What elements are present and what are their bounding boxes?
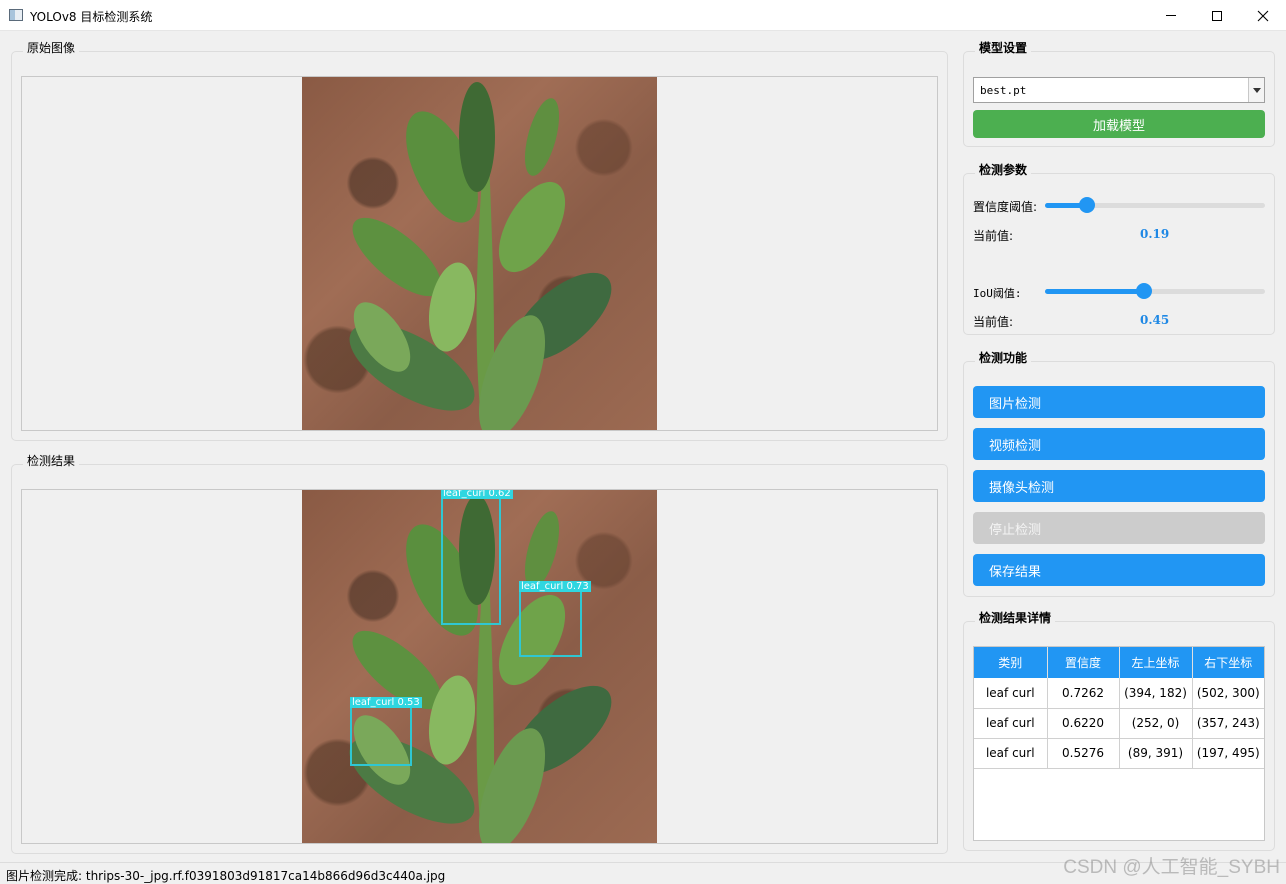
result-details-title: 检测结果详情 xyxy=(975,609,1056,626)
table-cell: leaf curl xyxy=(974,678,1048,709)
table-cell: leaf curl xyxy=(974,708,1048,739)
stop-detect-button[interactable]: 停止检测 xyxy=(973,512,1265,544)
model-select-value: best.pt xyxy=(980,84,1027,97)
detection-box: leaf_curl 0.62 xyxy=(441,490,513,625)
table-cell: 0.7262 xyxy=(1047,678,1120,709)
close-icon xyxy=(1257,10,1269,21)
column-header[interactable]: 左上坐标 xyxy=(1119,647,1193,678)
video-detect-button[interactable]: 视频检测 xyxy=(973,428,1265,460)
iou-threshold-label: IoU阈值: xyxy=(973,287,1022,300)
result-image-title: 检测结果 xyxy=(23,452,80,469)
table-cell: (197, 495) xyxy=(1192,738,1264,769)
iou-current-label: 当前值: xyxy=(973,315,1014,329)
table-cell: (252, 0) xyxy=(1119,708,1193,739)
camera-detect-button[interactable]: 摄像头检测 xyxy=(973,470,1265,502)
app-icon xyxy=(9,9,23,21)
minimize-icon xyxy=(1166,15,1176,16)
detection-label: leaf_curl 0.62 xyxy=(441,490,513,499)
iou-threshold-slider[interactable] xyxy=(1045,283,1265,299)
table-cell: leaf curl xyxy=(974,738,1048,769)
minimize-button[interactable] xyxy=(1148,0,1194,31)
table-cell: (357, 243) xyxy=(1192,708,1264,739)
iou-slider-fill xyxy=(1045,289,1144,294)
table-cell: (502, 300) xyxy=(1192,678,1264,709)
iou-slider-handle[interactable] xyxy=(1136,283,1152,299)
detection-params-title: 检测参数 xyxy=(975,161,1032,178)
watermark: CSDN @人工智能_SYBH xyxy=(1063,857,1280,878)
result-image-frame: leaf_curl 0.62 leaf_curl 0.73 leaf_curl … xyxy=(21,489,938,844)
detection-label: leaf_curl 0.73 xyxy=(519,581,591,592)
plant-image xyxy=(349,82,612,430)
image-detect-button[interactable]: 图片检测 xyxy=(973,386,1265,418)
conf-slider-handle[interactable] xyxy=(1079,197,1095,213)
table-row[interactable]: leaf curl 0.7262 (394, 182) (502, 300) xyxy=(974,678,1264,709)
original-photo xyxy=(302,77,657,430)
table-cell: (394, 182) xyxy=(1119,678,1193,709)
window-title: YOLOv8 目标检测系统 xyxy=(30,10,153,24)
conf-current-label: 当前值: xyxy=(973,229,1014,243)
title-bar: YOLOv8 目标检测系统 xyxy=(0,0,1286,31)
load-model-button[interactable]: 加载模型 xyxy=(973,110,1265,138)
table-cell: 0.5276 xyxy=(1047,738,1120,769)
chevron-down-icon[interactable] xyxy=(1248,78,1264,102)
table-row[interactable]: leaf curl 0.5276 (89, 391) (197, 495) xyxy=(974,738,1264,769)
original-image-frame xyxy=(21,76,938,431)
table-row[interactable]: leaf curl 0.6220 (252, 0) (357, 243) xyxy=(974,708,1264,739)
detection-box: leaf_curl 0.73 xyxy=(519,581,591,657)
conf-threshold-slider[interactable] xyxy=(1045,197,1265,213)
result-photo: leaf_curl 0.62 leaf_curl 0.73 leaf_curl … xyxy=(302,490,657,843)
column-header[interactable]: 置信度 xyxy=(1047,647,1120,678)
maximize-button[interactable] xyxy=(1194,0,1240,31)
save-result-button[interactable]: 保存结果 xyxy=(973,554,1265,586)
model-select[interactable]: best.pt xyxy=(973,77,1265,103)
detection-box: leaf_curl 0.53 xyxy=(350,697,422,766)
original-image-title: 原始图像 xyxy=(23,39,80,56)
status-text: 图片检测完成: thrips-30-_jpg.rf.f0391803d91817… xyxy=(6,869,446,883)
conf-current-value: 0.19 xyxy=(1140,227,1170,241)
close-button[interactable] xyxy=(1240,0,1286,31)
table-header-row: 类别 置信度 左上坐标 右下坐标 xyxy=(974,647,1264,678)
column-header[interactable]: 右下坐标 xyxy=(1192,647,1264,678)
iou-current-value: 0.45 xyxy=(1140,313,1170,327)
maximize-icon xyxy=(1212,10,1222,21)
detection-label: leaf_curl 0.53 xyxy=(350,697,422,708)
detection-functions-title: 检测功能 xyxy=(975,349,1032,366)
conf-threshold-label: 置信度阈值: xyxy=(973,200,1038,214)
column-header[interactable]: 类别 xyxy=(974,647,1048,678)
table-cell: 0.6220 xyxy=(1047,708,1120,739)
table-cell: (89, 391) xyxy=(1119,738,1193,769)
model-settings-title: 模型设置 xyxy=(975,39,1032,56)
result-table: 类别 置信度 左上坐标 右下坐标 leaf curl 0.7262 (394, … xyxy=(973,646,1265,841)
